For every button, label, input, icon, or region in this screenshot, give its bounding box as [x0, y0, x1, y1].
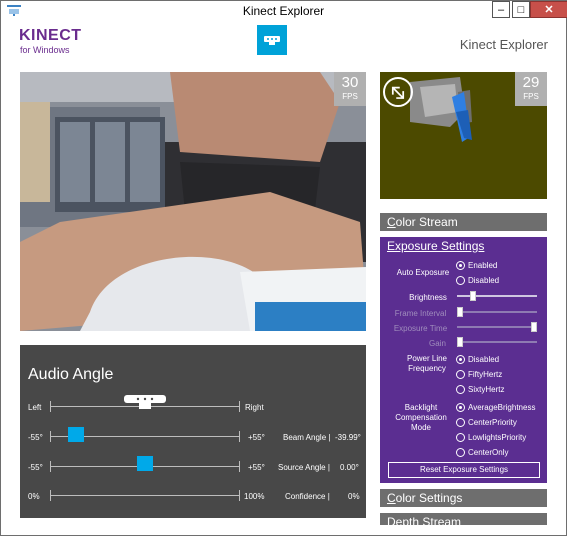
color-stream-header[interactable]: Color Stream [380, 213, 547, 231]
app-header: KINECT for Windows Kinect Explorer [1, 21, 566, 71]
exposure-settings-panel: Exposure Settings Auto Exposure Enabled … [380, 237, 547, 483]
source-angle-value: 0.00° [340, 463, 359, 472]
kinect-logo: KINECT [19, 27, 82, 44]
source-angle-label: Source Angle | [278, 463, 330, 472]
kinect-sensor-glyph-icon [124, 395, 166, 409]
beam-angle-indicator [67, 427, 84, 442]
source-max-label: +55° [248, 463, 265, 472]
beam-angle-label: Beam Angle | [283, 433, 331, 442]
color-fps-label: FPS [342, 92, 358, 101]
audio-angle-panel: Audio Angle Left Right -55° +55° Beam An… [20, 345, 366, 518]
maximize-button[interactable]: □ [512, 1, 530, 18]
kinect-sensor-icon [257, 25, 287, 55]
source-min-label: -55° [28, 463, 43, 472]
exposure-time-slider[interactable] [457, 322, 537, 332]
depth-fps-label: FPS [523, 92, 539, 101]
backlight-centeronly-radio[interactable] [456, 448, 465, 457]
confidence-max-label: 100% [244, 492, 265, 501]
beam-max-label: +55° [248, 433, 265, 442]
maximize-icon: □ [517, 3, 525, 16]
backlight-averagebrightness-label: AverageBrightness [468, 403, 536, 412]
kinect-logo-subtitle: for Windows [20, 45, 70, 55]
beam-angle-value: -39.99° [335, 433, 361, 442]
power-line-sixtyhertz-radio[interactable] [456, 385, 465, 394]
close-icon: ✕ [544, 4, 554, 16]
color-stream-accesskey: C [387, 215, 396, 229]
color-fps-badge: 30 FPS [334, 72, 366, 106]
frame-interval-slider[interactable] [457, 307, 537, 317]
confidence-label: Confidence | [285, 492, 330, 501]
audio-angle-title: Audio Angle [28, 366, 114, 383]
kinect-explorer-window: Kinect Explorer – □ ✕ KINECT for Windows… [0, 0, 567, 536]
auto-exposure-enabled-label: Enabled [468, 261, 498, 270]
depth-stream-label: epth Stream [395, 515, 462, 525]
confidence-value: 0% [348, 492, 360, 501]
power-line-fiftyhertz-radio[interactable] [456, 370, 465, 379]
depth-stream-header[interactable]: Depth Stream [380, 513, 547, 525]
close-button[interactable]: ✕ [530, 1, 567, 18]
color-settings-accesskey: C [387, 491, 396, 505]
confidence-track [50, 490, 240, 501]
color-settings-header[interactable]: Color Settings [380, 489, 547, 507]
frame-interval-slider-thumb[interactable] [457, 307, 463, 317]
backlight-centerpriority-label: CenterPriority [468, 418, 517, 427]
beam-min-label: -55° [28, 433, 43, 442]
depth-stream-accesskey: D [387, 515, 396, 525]
source-angle-indicator [137, 456, 153, 471]
title-bar[interactable]: Kinect Explorer – □ ✕ [1, 1, 567, 21]
backlight-centeronly-label: CenterOnly [468, 448, 509, 457]
color-settings-label: olor Settings [395, 491, 463, 505]
gain-slider[interactable] [457, 337, 537, 347]
auto-exposure-disabled-label: Disabled [468, 276, 500, 285]
backlight-centerpriority-radio[interactable] [456, 418, 465, 427]
gain-slider-thumb[interactable] [457, 337, 463, 347]
power-line-disabled-radio[interactable] [456, 355, 465, 364]
audio-left-label: Left [28, 403, 42, 412]
frame-interval-label: Frame Interval [394, 309, 447, 318]
power-line-sixtyhertz-label: SixtyHertz [468, 385, 505, 394]
audio-right-label: Right [245, 403, 264, 412]
color-camera-view: 30 FPS [20, 72, 366, 331]
color-camera-image [20, 72, 366, 331]
color-fps-value: 30 [341, 74, 359, 91]
depth-fps-badge: 29 FPS [515, 72, 547, 106]
minimize-icon: – [497, 3, 505, 16]
window-title: Kinect Explorer [242, 4, 325, 18]
exposure-settings-header[interactable]: Exposure Settings [387, 239, 484, 253]
auto-exposure-disabled-radio[interactable] [456, 276, 465, 285]
backlight-compensation-label: Backlight Compensation Mode [395, 403, 447, 432]
power-line-frequency-label: Power Line Frequency [406, 354, 448, 373]
color-stream-label: olor Stream [395, 215, 458, 229]
backlight-lowlightspriority-radio[interactable] [456, 433, 465, 442]
brightness-slider-thumb[interactable] [470, 291, 476, 301]
auto-exposure-label: Auto Exposure [396, 268, 450, 277]
brightness-label: Brightness [409, 293, 447, 302]
minimize-button[interactable]: – [492, 1, 510, 18]
backlight-lowlightspriority-label: LowlightsPriority [468, 433, 527, 442]
near-mode-icon[interactable] [383, 77, 413, 107]
app-title: Kinect Explorer [459, 37, 548, 52]
brightness-slider[interactable] [457, 291, 537, 301]
exposure-time-label: Exposure Time [393, 324, 448, 333]
depth-camera-view: 29 FPS [380, 72, 547, 199]
depth-fps-value: 29 [522, 74, 540, 91]
auto-exposure-enabled-radio[interactable] [456, 261, 465, 270]
exposure-time-slider-thumb[interactable] [531, 322, 537, 332]
backlight-averagebrightness-radio[interactable] [456, 403, 465, 412]
power-line-fiftyhertz-label: FiftyHertz [468, 370, 503, 379]
confidence-min-label: 0% [28, 492, 40, 501]
reset-exposure-settings-button[interactable]: Reset Exposure Settings [388, 462, 540, 478]
power-line-disabled-label: Disabled [468, 355, 500, 364]
